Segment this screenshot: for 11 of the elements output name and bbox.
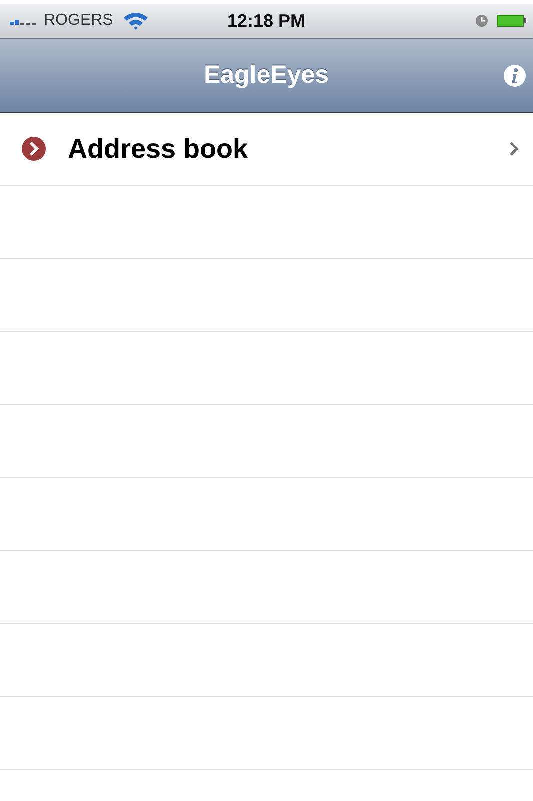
info-icon[interactable]: [503, 64, 527, 88]
wifi-icon: [123, 12, 150, 30]
carrier-name: ROGERS: [44, 12, 114, 30]
battery-icon: [497, 14, 527, 28]
chevron-icon: [509, 141, 519, 157]
alarm-icon: [475, 14, 489, 28]
list-row[interactable]: Address book: [0, 113, 533, 186]
clock-time: 12:18 PM: [227, 10, 306, 32]
screen-title: EagleEyes: [204, 61, 330, 90]
row-label: Address book: [68, 134, 250, 164]
arrow-circle-icon: [22, 137, 46, 161]
